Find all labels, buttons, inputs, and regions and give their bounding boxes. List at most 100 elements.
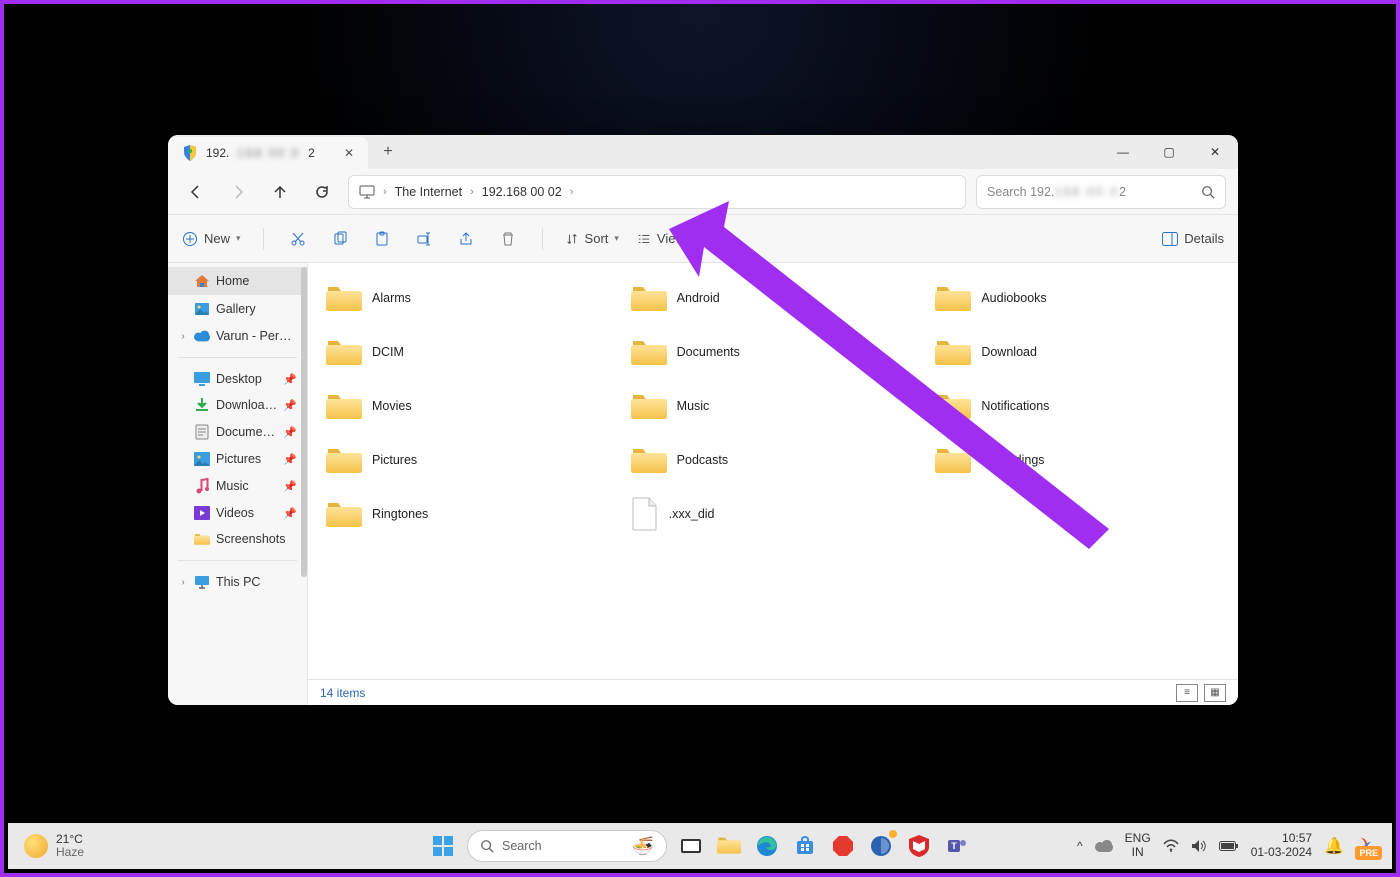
folder-dcim[interactable]: DCIM xyxy=(326,325,611,379)
new-button[interactable]: New ▾ xyxy=(182,231,241,247)
svg-text:T: T xyxy=(951,841,957,851)
breadcrumb-segment[interactable]: The Internet xyxy=(395,185,462,199)
paste-button[interactable] xyxy=(370,231,394,247)
battery-icon[interactable] xyxy=(1219,840,1239,852)
forward-button[interactable] xyxy=(222,176,254,208)
scrollbar[interactable] xyxy=(301,267,307,577)
file-explorer-icon[interactable] xyxy=(715,832,743,860)
folder-documents[interactable]: Documents xyxy=(631,325,916,379)
breadcrumb-segment[interactable]: 192.168 00 02 xyxy=(482,185,562,199)
item-label: Download xyxy=(981,345,1037,359)
file--xxx-did[interactable]: .xxx_did xyxy=(631,487,916,541)
folder-download[interactable]: Download xyxy=(935,325,1220,379)
volume-icon[interactable] xyxy=(1191,839,1207,853)
sidebar-item-music[interactable]: Music📌 xyxy=(168,472,307,500)
minimize-button[interactable]: — xyxy=(1100,135,1146,169)
tab-active[interactable]: 192. 168 00 0 2 ✕ xyxy=(168,137,368,169)
copy-button[interactable] xyxy=(328,231,352,247)
folder-icon xyxy=(326,283,362,313)
window-controls: — ▢ ✕ xyxy=(1100,135,1238,169)
search-box[interactable]: Search 192.168 00 02 xyxy=(976,175,1226,209)
notifications-icon[interactable]: 🔔 xyxy=(1324,836,1344,856)
folder-ringtones[interactable]: Ringtones xyxy=(326,487,611,541)
sidebar-item-screenshots[interactable]: Screenshots xyxy=(168,526,307,552)
toolbar: New ▾ Sort ▾ View ▾ Details xyxy=(168,215,1238,263)
folder-audiobooks[interactable]: Audiobooks xyxy=(935,271,1220,325)
chevron-right-icon[interactable]: › xyxy=(470,186,474,198)
layout-details-button[interactable]: ≡ xyxy=(1176,684,1198,702)
chevron-down-icon: ▾ xyxy=(614,233,619,244)
tab-title-redacted: 168 00 0 xyxy=(237,146,300,160)
sidebar-item-home[interactable]: Home xyxy=(168,267,307,295)
sidebar-item-varun---personal[interactable]: ›Varun - Personal xyxy=(168,323,307,349)
back-button[interactable] xyxy=(180,176,212,208)
rename-button[interactable] xyxy=(412,231,436,247)
taskbar[interactable]: 21°C Haze Search 🍜 T ^ ENG IN 10 xyxy=(8,823,1392,869)
sidebar-item-label: Videos xyxy=(216,506,277,520)
folder-recordings[interactable]: Recordings xyxy=(935,433,1220,487)
close-tab-icon[interactable]: ✕ xyxy=(344,146,354,160)
task-view-button[interactable] xyxy=(677,832,705,860)
system-tray[interactable]: ^ ENG IN 10:57 01-03-2024 🔔 PRE xyxy=(1077,832,1376,860)
maximize-button[interactable]: ▢ xyxy=(1146,135,1192,169)
edge-icon[interactable] xyxy=(753,832,781,860)
app-icon[interactable] xyxy=(867,832,895,860)
taskbar-search[interactable]: Search 🍜 xyxy=(467,830,667,862)
folder-icon xyxy=(935,283,971,313)
sidebar-item-label: Pictures xyxy=(216,452,277,466)
item-label: Podcasts xyxy=(677,453,728,467)
folder-alarms[interactable]: Alarms xyxy=(326,271,611,325)
status-text: 14 items xyxy=(320,686,365,700)
folder-icon xyxy=(631,283,667,313)
tab-title-prefix: 192. xyxy=(206,146,229,160)
address-bar[interactable]: › The Internet › 192.168 00 02 › xyxy=(348,175,966,209)
details-button[interactable]: Details xyxy=(1162,231,1224,246)
folder-pictures[interactable]: Pictures xyxy=(326,433,611,487)
folder-podcasts[interactable]: Podcasts xyxy=(631,433,916,487)
item-label: Recordings xyxy=(981,453,1044,467)
sidebar-item-label: Home xyxy=(216,274,297,288)
mcafee-icon[interactable] xyxy=(905,832,933,860)
title-bar[interactable]: 192. 168 00 0 2 ✕ + — ▢ ✕ xyxy=(168,135,1238,169)
close-button[interactable]: ✕ xyxy=(1192,135,1238,169)
sidebar-item-documents[interactable]: Documents📌 xyxy=(168,418,307,446)
copilot-icon[interactable]: PRE xyxy=(1356,836,1376,856)
folder-android[interactable]: Android xyxy=(631,271,916,325)
share-button[interactable] xyxy=(454,231,478,247)
chevron-right-icon[interactable]: › xyxy=(570,186,574,198)
wifi-icon[interactable] xyxy=(1163,839,1179,853)
sidebar-item-pictures[interactable]: Pictures📌 xyxy=(168,446,307,472)
item-label: DCIM xyxy=(372,345,404,359)
folder-movies[interactable]: Movies xyxy=(326,379,611,433)
sidebar-item-downloads[interactable]: Downloads📌 xyxy=(168,392,307,418)
pin-icon: 📌 xyxy=(283,426,297,439)
item-label: Pictures xyxy=(372,453,417,467)
clock[interactable]: 10:57 01-03-2024 xyxy=(1251,832,1312,860)
folder-notifications[interactable]: Notifications xyxy=(935,379,1220,433)
teams-icon[interactable]: T xyxy=(943,832,971,860)
shield-icon xyxy=(182,145,198,161)
view-button[interactable]: View ▾ xyxy=(637,231,695,246)
weather-widget[interactable]: 21°C Haze xyxy=(24,833,84,859)
folder-music[interactable]: Music xyxy=(631,379,916,433)
language-indicator[interactable]: ENG IN xyxy=(1125,832,1151,860)
sort-button[interactable]: Sort ▾ xyxy=(565,231,619,246)
delete-button[interactable] xyxy=(496,231,520,247)
sidebar-item-desktop[interactable]: Desktop📌 xyxy=(168,366,307,392)
sidebar-item-videos[interactable]: Videos📌 xyxy=(168,500,307,526)
sidebar-item-gallery[interactable]: Gallery xyxy=(168,295,307,323)
folder-icon xyxy=(194,532,210,546)
sidebar-item-this-pc[interactable]: ›This PC xyxy=(168,569,307,595)
cut-button[interactable] xyxy=(286,231,310,247)
refresh-button[interactable] xyxy=(306,176,338,208)
search-icon[interactable] xyxy=(1201,185,1215,199)
add-tab-button[interactable]: + xyxy=(368,135,408,169)
content-area[interactable]: Alarms Android Audiobooks DCIM Documents Down… xyxy=(308,263,1238,705)
onedrive-tray-icon[interactable] xyxy=(1095,840,1113,852)
up-button[interactable] xyxy=(264,176,296,208)
app-icon[interactable] xyxy=(829,832,857,860)
chevron-up-icon[interactable]: ^ xyxy=(1077,839,1083,853)
store-icon[interactable] xyxy=(791,832,819,860)
layout-icons-button[interactable]: ▦ xyxy=(1204,684,1226,702)
start-button[interactable] xyxy=(429,832,457,860)
